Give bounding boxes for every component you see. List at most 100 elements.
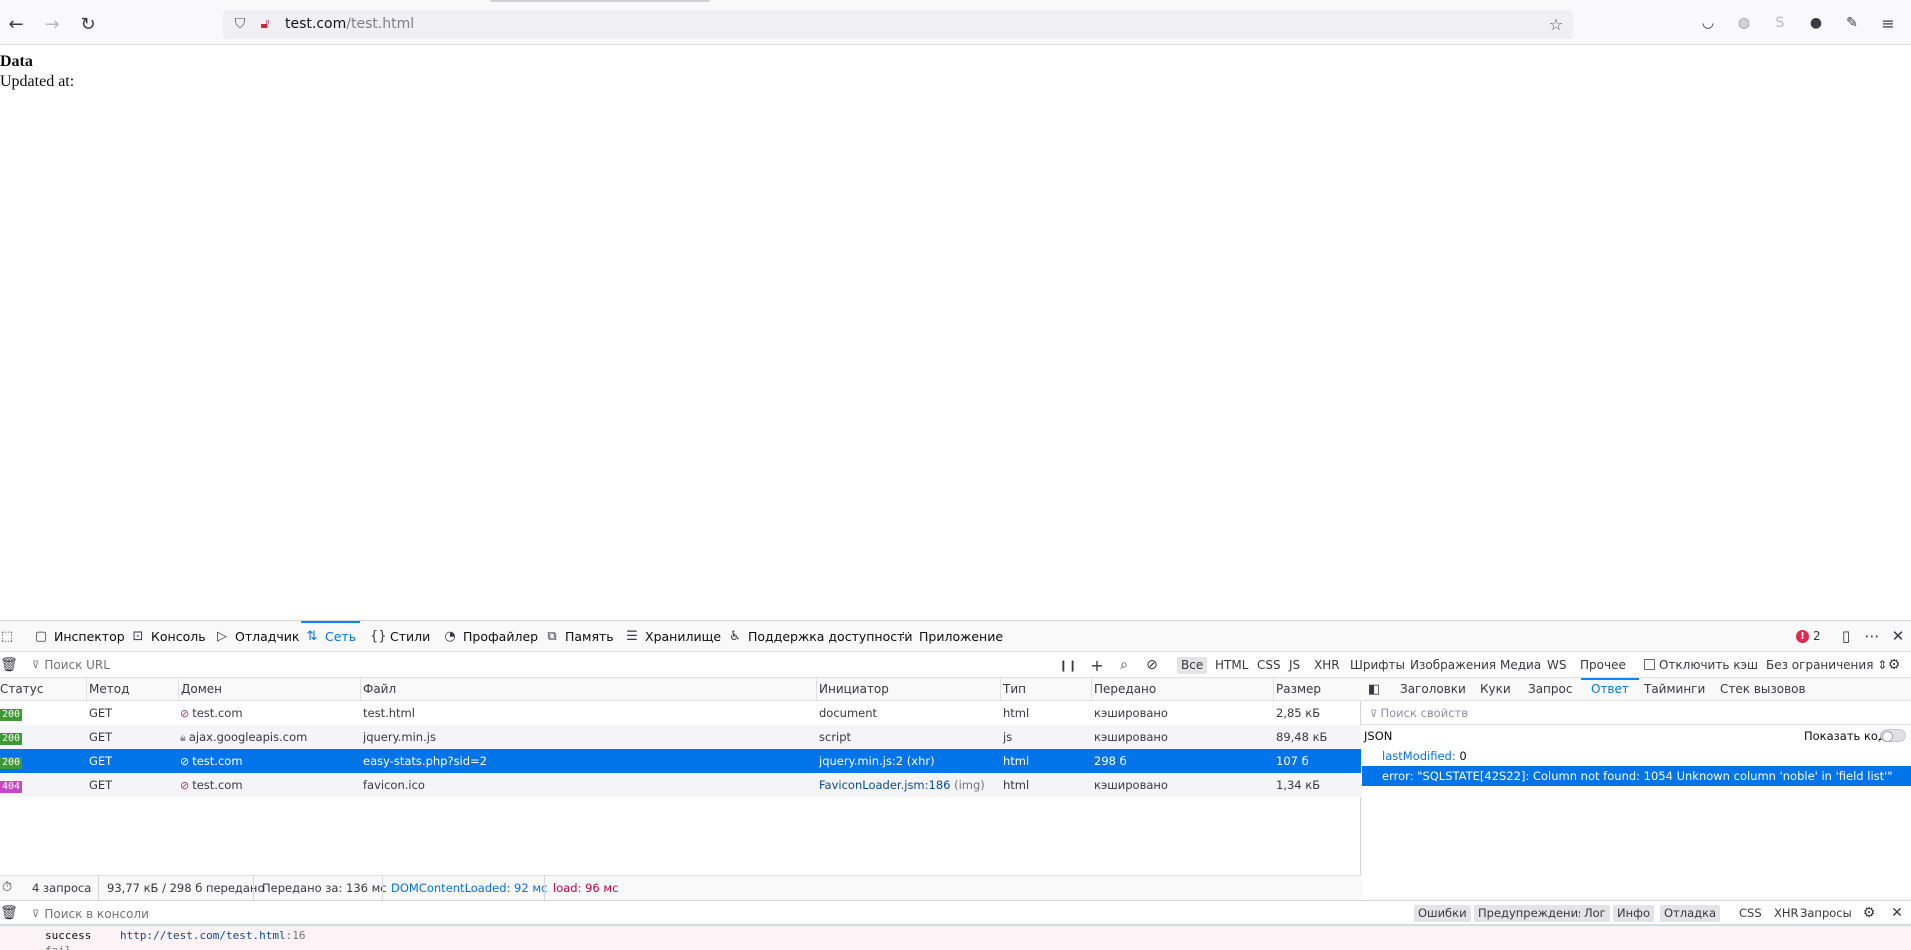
console-filter-errors[interactable]: Ошибки [1414,905,1471,922]
reload-icon[interactable]: ↻ [76,12,100,36]
error-icon: ! [1796,629,1809,643]
tab-memory[interactable]: ⧉ Память [545,621,613,652]
status-badge: 200 [0,757,23,769]
close-devtools-icon[interactable]: ✕ [1888,626,1908,646]
more-options-icon[interactable]: ⋯ [1862,626,1882,646]
json-label[interactable]: JSON [1364,729,1392,743]
initiator-cell[interactable]: jquery.min.js:2 (xhr) [819,749,935,773]
pause-recording-icon[interactable]: ❙❙ [1059,656,1077,674]
method-cell: GET [89,754,113,768]
filter-ws[interactable]: WS [1543,657,1570,674]
col-initiator[interactable]: Инициатор [816,678,889,701]
json-property-row-selected[interactable]: error: "SQLSTATE[42S22]: Column not foun… [1362,766,1911,786]
filter-html[interactable]: HTML [1211,657,1252,674]
col-domain[interactable]: Домен [178,678,222,701]
tab-storage[interactable]: ☰ Хранилище [625,621,721,652]
filter-images[interactable]: Изображения [1406,657,1500,674]
bookmark-star-icon[interactable]: ☆ [1547,15,1565,34]
filter-xhr[interactable]: XHR [1310,657,1344,674]
status-badge: 200 [0,733,23,745]
url-bar[interactable]: ⛉ 🔓︎ test.com/test.html ☆ [223,10,1573,39]
console-filter-input[interactable]: ⊽ Поиск в консоли [32,905,1052,923]
secure-lock-icon: 🔒︎ [180,731,186,744]
transferred-cell: 298 б [1094,754,1127,768]
col-transferred[interactable]: Передано [1091,678,1156,701]
filter-js[interactable]: JS [1285,657,1304,674]
tab-strip-indicator [490,0,710,2]
extension-feather-icon[interactable]: ✎ [1841,12,1863,34]
tab-style-editor[interactable]: {} Стили [370,621,430,652]
raw-toggle-switch[interactable] [1880,729,1906,742]
add-request-icon[interactable]: + [1088,656,1106,675]
tab-cookies[interactable]: Куки [1480,678,1511,701]
toggle-sidebar-icon[interactable]: ◧ [1368,678,1380,701]
col-file[interactable]: Файл [360,678,396,701]
filter-fonts[interactable]: Шрифты [1346,657,1409,674]
disable-cache-checkbox[interactable]: Отключить кэш [1640,657,1762,674]
console-filter-css[interactable]: CSS [1735,905,1766,922]
table-row[interactable]: 404 GET ⊘ test.com favicon.ico FaviconLoa… [0,773,1361,797]
tab-headers[interactable]: Заголовки [1400,678,1466,701]
tab-network[interactable]: ⇅ Сеть [300,621,361,652]
error-count-badge[interactable]: ! 2 [1796,629,1821,643]
filter-other[interactable]: Прочее [1576,657,1630,674]
app-menu-icon[interactable]: ≡ [1877,12,1899,34]
tab-stack-trace[interactable]: Стек вызовов [1720,678,1806,701]
filter-css[interactable]: CSS [1253,657,1285,674]
application-icon: ⁙ [900,629,912,644]
col-size[interactable]: Размер [1273,678,1321,701]
table-row[interactable]: 200 GET ⊘ test.com test.html document htm… [0,701,1361,725]
network-settings-gear-icon[interactable]: ⚙ [1885,656,1903,674]
table-row[interactable]: 200 GET 🔒︎ ajax.googleapis.com jquery.min… [0,725,1361,749]
filter-all[interactable]: Все [1177,657,1208,674]
tab-inspector[interactable]: ▢ Инспектор [34,621,125,652]
col-type[interactable]: Тип [1000,678,1026,701]
tab-request[interactable]: Запрос [1528,678,1572,701]
forward-icon[interactable]: → [40,12,64,36]
console-settings-gear-icon[interactable]: ⚙ [1860,904,1878,922]
tab-application[interactable]: ⁙ Приложение [899,621,1004,652]
extension-lock-icon[interactable]: ● [1805,12,1827,34]
console-source-link[interactable]: http://test.com/test.html:16 [120,929,305,942]
tab-console[interactable]: ⊡ Консоль [131,621,206,652]
insecure-connection-icon: ⊘ [180,707,190,720]
back-icon[interactable]: ← [4,12,28,36]
col-method[interactable]: Метод [86,678,129,701]
col-status[interactable]: Статус [0,678,43,701]
filter-media[interactable]: Медиа [1496,657,1545,674]
tracking-protection-shield-icon[interactable]: ⛉ [231,15,249,33]
stopwatch-icon[interactable]: ⏱︎ [2,876,12,900]
console-filter-log[interactable]: Лог [1580,905,1610,922]
dock-side-icon[interactable]: ▯ [1836,626,1856,646]
json-property-row[interactable]: lastModified: 0 [1362,746,1911,766]
search-icon[interactable]: ⌕ [1115,656,1133,674]
tab-timings[interactable]: Тайминги [1644,678,1705,701]
table-row-selected[interactable]: 200 GET ⊘ test.com easy-stats.php?sid=2 j… [0,749,1361,773]
translate-globe-icon[interactable]: ◍ [1733,12,1755,34]
element-picker-icon[interactable]: ⬚ [0,621,14,652]
extension-s-icon[interactable]: S [1769,12,1791,34]
close-console-icon[interactable]: ✕ [1888,904,1906,922]
tab-performance[interactable]: ◔ Профайлер [443,621,538,652]
console-filter-debug[interactable]: Отладка [1660,905,1721,922]
tab-response[interactable]: Ответ [1581,678,1639,701]
performance-icon: ◔ [444,629,456,644]
initiator-cell[interactable]: FaviconLoader.jsm:186 (img) [819,773,985,797]
request-table-header: Статус Метод Домен Файл Инициатор Тип Пе… [0,678,1361,701]
tab-accessibility[interactable]: ♿︎ Поддержка доступности [728,621,912,652]
url-filter-input[interactable]: ⊽ Поиск URL [32,656,1052,674]
clear-requests-icon[interactable]: 🗑︎ [0,656,18,674]
tab-debugger[interactable]: ▷ Отладчик [215,621,299,652]
console-filter-info[interactable]: Инфо [1613,905,1654,922]
details-tab-bar: ◧ Заголовки Куки Запрос Ответ Тайминги С… [1362,678,1911,701]
file-cell: test.html [363,706,415,720]
insecure-lock-icon[interactable]: 🔓︎ [256,15,274,33]
pocket-icon[interactable]: ◡ [1697,12,1719,34]
block-requests-icon[interactable]: ⊘ [1143,656,1161,674]
console-filter-warnings[interactable]: Предупреждения [1474,905,1589,922]
console-filter-requests[interactable]: Запросы [1796,905,1856,922]
property-filter-input[interactable]: ⊽ Поиск свойств [1370,706,1468,720]
url-text[interactable]: test.com/test.html [285,16,414,32]
clear-console-icon[interactable]: 🗑︎ [0,904,18,922]
throttling-select[interactable]: Без ограничения ⇕ [1762,657,1891,674]
